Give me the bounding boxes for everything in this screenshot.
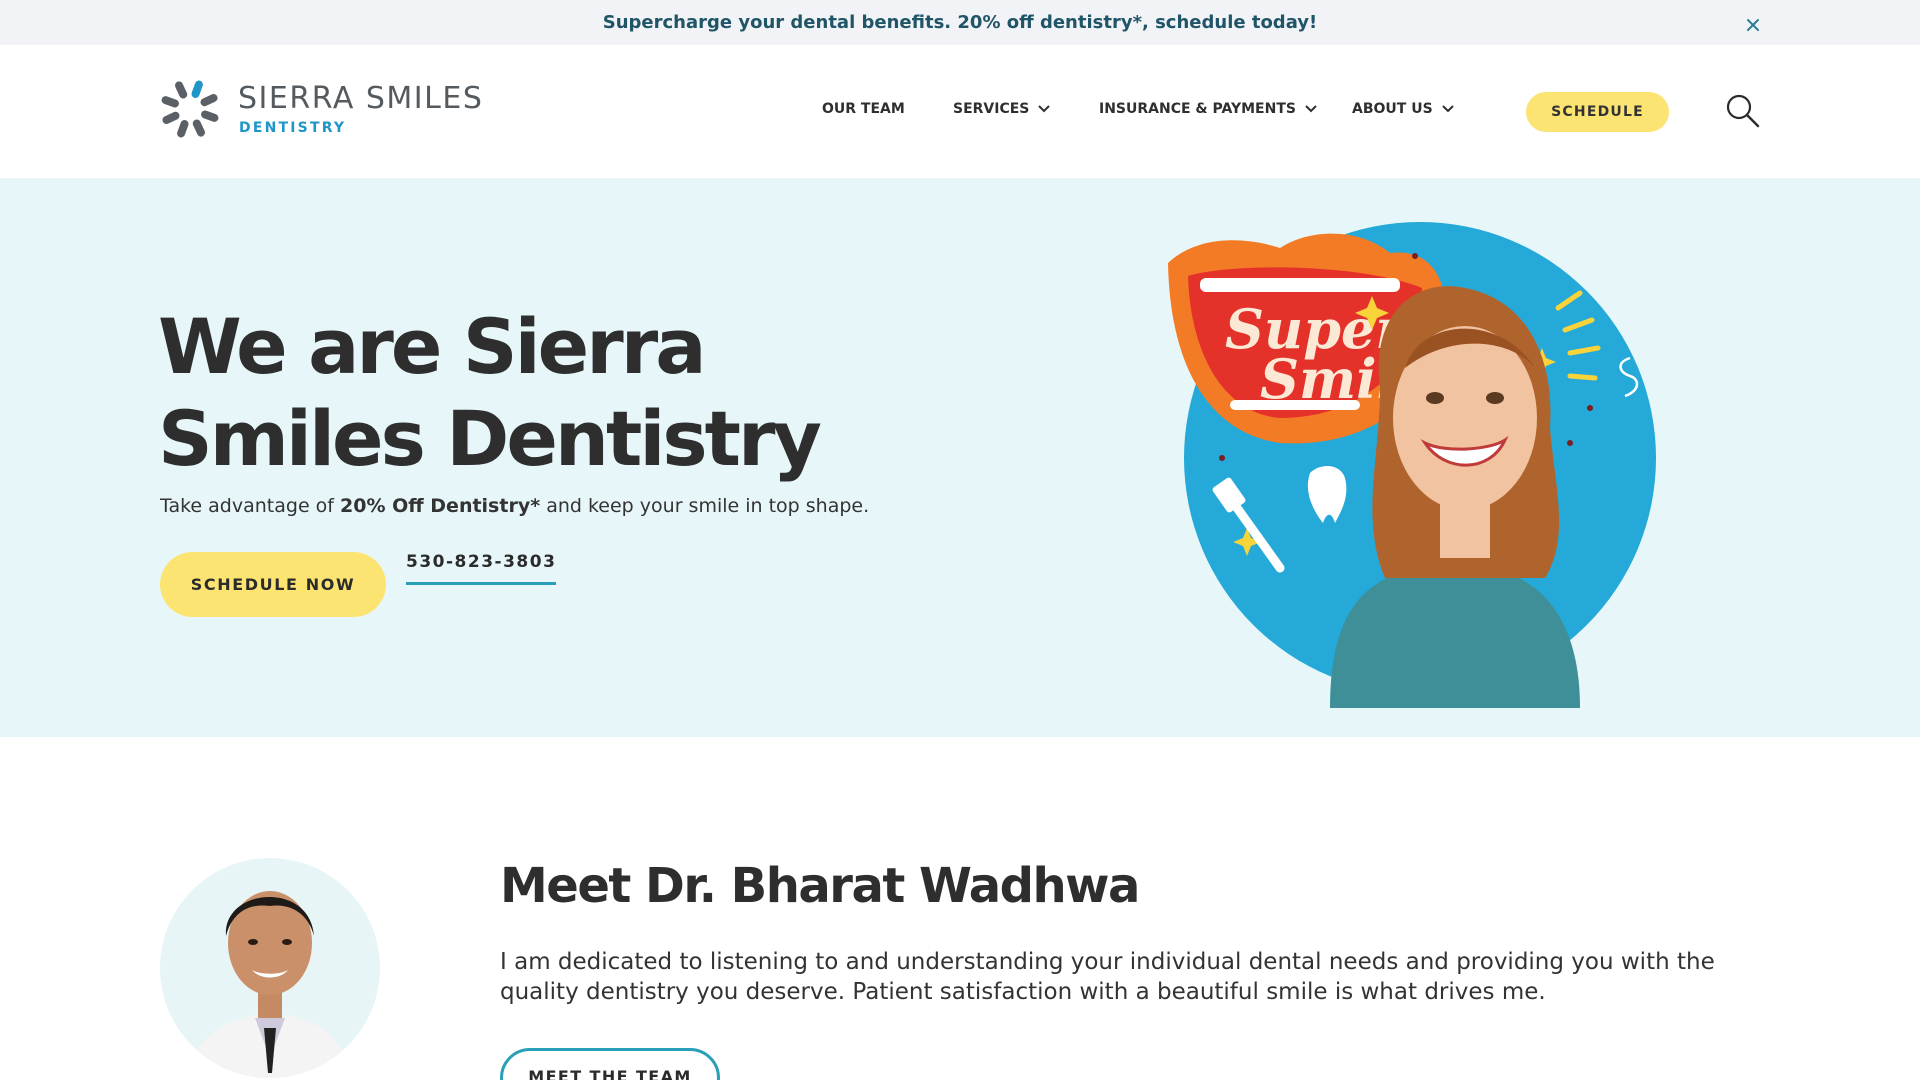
nav-services[interactable]: SERVICES [953,101,1051,117]
doctor-title: Meet Dr. Bharat Wadhwa [500,858,1140,914]
hero-sub-suffix: and keep your smile in top shape. [540,495,870,517]
brand-sub: DENTISTRY [239,120,347,136]
nav-label: ABOUT US [1352,101,1433,117]
site-header: SIERRA SMILES DENTISTRY OUR TEAM SERVICE… [0,45,1920,178]
search-icon[interactable] [1725,93,1761,129]
hero-sub-offer: 20% Off Dentistry* [340,495,541,517]
hero-subtitle: Take advantage of 20% Off Dentistry* and… [160,495,869,517]
hero-sub-prefix: Take advantage of [160,495,341,517]
hero-section: We are Sierra Smiles Dentistry Take adva… [0,178,1920,737]
meet-the-team-button[interactable]: MEET THE TEAM [500,1048,720,1080]
chevron-down-icon [1038,105,1051,113]
phone-link[interactable]: 530-823-3803 [406,552,557,585]
announcement-text: Supercharge your dental benefits. 20% of… [602,12,1318,33]
nav-label: INSURANCE & PAYMENTS [1099,101,1296,117]
brand-name: SIERRA SMILES [238,81,484,116]
chevron-down-icon [1305,105,1317,113]
nav-label: SERVICES [953,101,1030,117]
hero-title: We are Sierra Smiles Dentistry [158,302,822,483]
logo[interactable]: SIERRA SMILES DENTISTRY [158,77,482,143]
announcement-bar: Supercharge your dental benefits. 20% of… [0,0,1920,45]
chevron-down-icon [1441,105,1454,113]
close-icon[interactable] [1742,14,1764,36]
schedule-now-button[interactable]: SCHEDULE NOW [160,552,386,617]
nav-insurance-payments[interactable]: INSURANCE & PAYMENTS [1099,101,1318,117]
schedule-button[interactable]: SCHEDULE [1526,92,1669,132]
nav-label: OUR TEAM [822,101,905,117]
logo-mark-icon [161,80,219,138]
nav-about-us[interactable]: ABOUT US [1352,101,1455,117]
hero-illustration: Super Smile [1168,222,1656,708]
doctor-photo [160,858,380,1078]
doctor-description: I am dedicated to listening to and under… [500,949,1715,1005]
nav-our-team[interactable]: OUR TEAM [822,101,905,117]
